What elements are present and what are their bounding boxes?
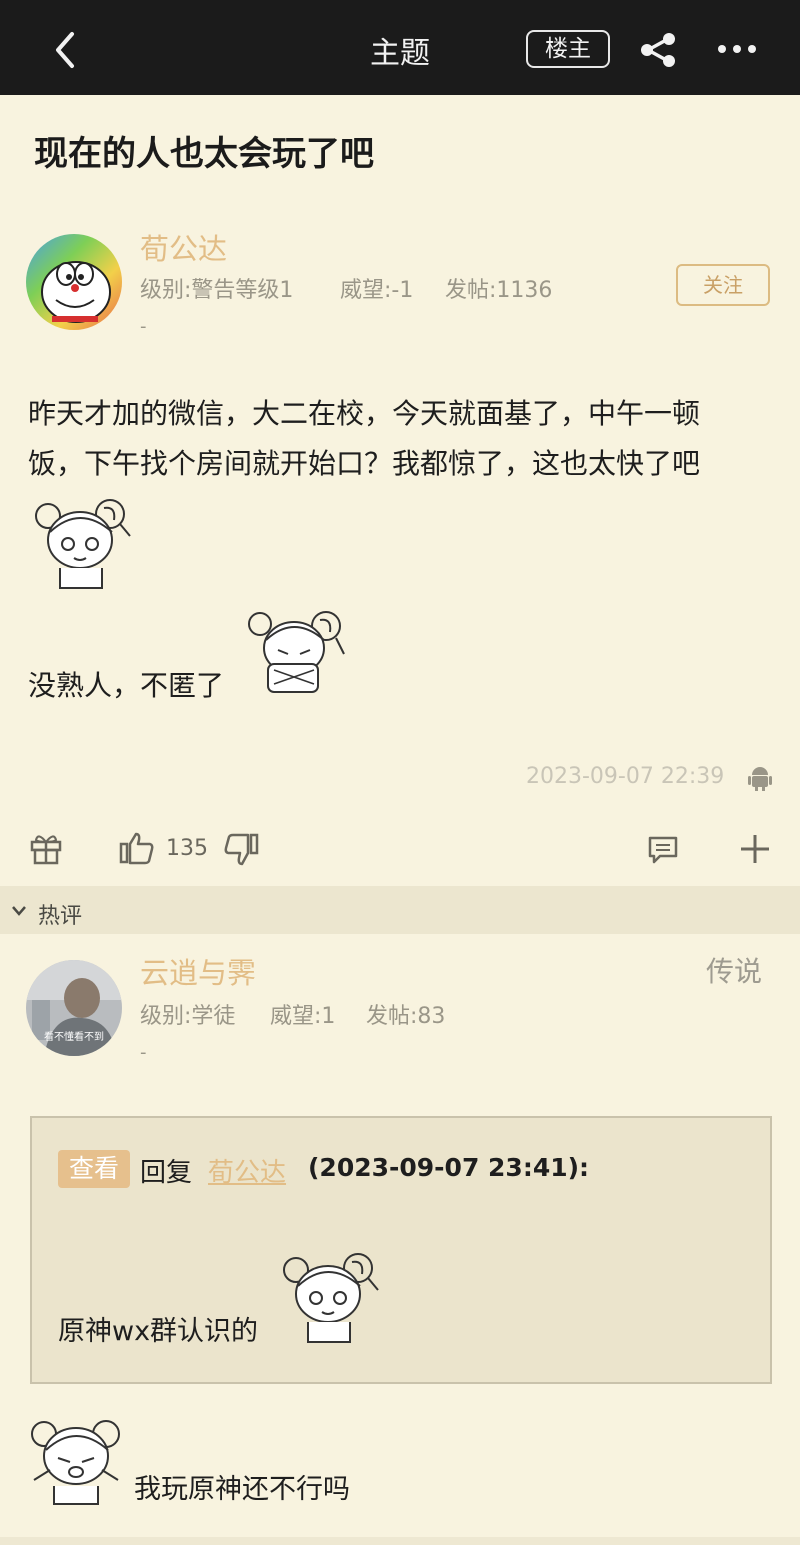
- more-options-button[interactable]: [716, 34, 758, 64]
- reply-target-user[interactable]: 荀公达: [208, 1152, 286, 1189]
- anime-girl-sticker: [26, 1410, 130, 1508]
- author-avatar[interactable]: [26, 234, 122, 330]
- author-signature: -: [140, 316, 147, 337]
- commenter-name[interactable]: 云逍与霁: [140, 950, 256, 992]
- post-title: 现在的人也太会玩了吧: [34, 134, 374, 174]
- hot-comments-label: 热评: [38, 904, 83, 929]
- commenter-post-count: 发帖:83: [366, 1004, 446, 1029]
- chevron-down-icon: [12, 906, 26, 916]
- anime-girl-sticker: [244, 604, 348, 698]
- gift-icon: [30, 835, 62, 865]
- gift-button[interactable]: [28, 830, 64, 866]
- author-level: 级别:警告等级1: [140, 278, 294, 303]
- share-button[interactable]: [638, 30, 678, 70]
- follow-button[interactable]: 关注: [676, 264, 770, 306]
- bottom-divider: [0, 1537, 800, 1545]
- view-quote-button[interactable]: 查看: [58, 1150, 130, 1188]
- commenter-rank: 传说: [706, 955, 763, 988]
- quoted-text: 原神wx群认识的: [58, 1316, 259, 1347]
- author-name[interactable]: 荀公达: [140, 226, 227, 268]
- commenter-prestige: 威望:1: [270, 1004, 336, 1029]
- avatar-caption: 看不懂看不到: [44, 1032, 104, 1043]
- share-icon: [641, 33, 675, 67]
- commenter-level: 级别:学徒: [140, 1004, 236, 1029]
- add-button[interactable]: [738, 832, 772, 866]
- plus-icon: [741, 835, 769, 863]
- thumbs-down-icon: [224, 833, 259, 866]
- anime-girl-sticker: [30, 496, 134, 592]
- comment-icon: [648, 836, 678, 864]
- commenter-avatar[interactable]: 看不懂看不到: [26, 960, 122, 1056]
- thumbs-up-icon: [119, 832, 154, 865]
- author-prestige: 威望:-1: [340, 278, 414, 303]
- cartoon-cat-avatar-icon: [26, 234, 122, 330]
- hot-comments-header[interactable]: [0, 886, 800, 934]
- post-body-line: 没熟人，不匿了: [28, 669, 225, 702]
- commenter-signature: -: [140, 1042, 147, 1063]
- like-button[interactable]: [118, 830, 156, 866]
- more-icon: [718, 45, 756, 53]
- reply-timestamp: (2023-09-07 23:41):: [308, 1153, 590, 1182]
- reply-label: 回复: [140, 1158, 193, 1188]
- post-body-line: 饭，下午找个房间就开始口？我都惊了，这也太快了吧: [28, 447, 701, 480]
- post-body-line: 昨天才加的微信，大二在校，今天就面基了，中午一顿: [28, 397, 701, 430]
- dislike-button[interactable]: [222, 832, 260, 868]
- top-nav-bar: 主题 楼主: [0, 0, 800, 95]
- only-owner-button[interactable]: 楼主: [526, 30, 610, 68]
- author-post-count: 发帖:1136: [445, 278, 553, 303]
- anime-girl-sticker: [278, 1250, 382, 1346]
- like-count: 135: [166, 836, 208, 861]
- page-header-title: 主题: [370, 36, 430, 71]
- android-icon: [748, 765, 772, 791]
- post-timestamp: 2023-09-07 22:39: [526, 764, 725, 789]
- comment-text: 我玩原神还不行吗: [134, 1474, 350, 1505]
- comment-button[interactable]: [646, 834, 680, 866]
